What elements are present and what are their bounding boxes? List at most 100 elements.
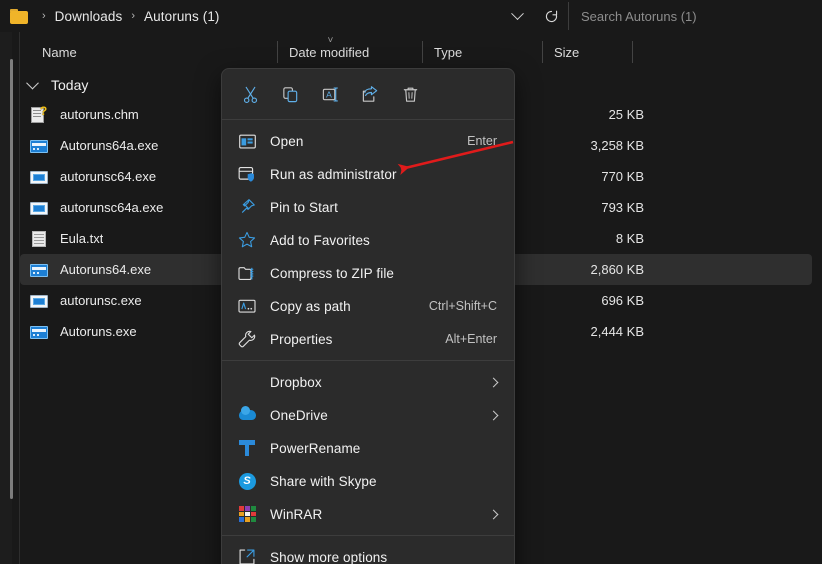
file-size-cell: 3,258 KB (590, 138, 645, 153)
shield-run-icon (237, 164, 257, 184)
context-menu-item-dropbox[interactable]: Dropbox (227, 366, 509, 398)
breadcrumb-separator-0: › (42, 10, 46, 22)
file-size-cell: 25 KB (608, 107, 644, 122)
onedrive-icon (237, 405, 257, 425)
file-name: Autoruns.exe (60, 324, 137, 339)
context-menu-item-compress-to-zip[interactable]: Compress to ZIP file (227, 257, 509, 289)
context-menu-item-winrar[interactable]: WinRAR (227, 498, 509, 530)
context-menu-item-show-more-options[interactable]: Show more options (227, 541, 509, 564)
context-menu-item-add-to-favorites[interactable]: Add to Favorites (227, 224, 509, 256)
copy-path-icon (237, 296, 257, 316)
context-menu-item-run-as-administrator[interactable]: Run as administrator (227, 158, 509, 190)
column-header-date-modified[interactable]: ˅ Date modified (277, 35, 422, 66)
cut-icon (243, 86, 257, 103)
context-menu-item-pin-to-start[interactable]: Pin to Start (227, 191, 509, 223)
context-menu-items: Open Enter Run as administrator Pin to S… (222, 120, 514, 564)
file-name: Autoruns64.exe (60, 262, 152, 277)
column-header-date-label: Date modified (289, 44, 370, 60)
column-header-overflow[interactable] (632, 38, 672, 66)
history-dropdown-button[interactable] (500, 0, 534, 32)
file-name: Autoruns64a.exe (60, 138, 159, 153)
column-header-type[interactable]: Type (422, 38, 542, 66)
column-header-size[interactable]: Size (542, 38, 632, 66)
skype-icon: S (237, 471, 257, 491)
open-window-icon (237, 131, 257, 151)
context-menu-item-share-with-skype[interactable]: S Share with Skype (227, 465, 509, 497)
column-header-row: Name ˅ Date modified Type Size (0, 35, 822, 66)
context-menu-label: Open (270, 133, 304, 149)
file-name: autoruns.chm (60, 107, 139, 122)
winrar-icon (237, 504, 257, 524)
console-app-icon (30, 292, 48, 310)
file-size-cell: 2,444 KB (590, 324, 645, 339)
context-menu-label: Copy as path (270, 298, 351, 314)
context-menu-label: Properties (270, 331, 333, 347)
file-name: Eula.txt (60, 231, 104, 246)
search-placeholder: Search Autoruns (1) (581, 8, 697, 24)
context-menu-label: Run as administrator (270, 166, 397, 182)
svg-text:A: A (326, 89, 332, 99)
wrench-icon (237, 329, 257, 349)
context-menu-item-copy-as-path[interactable]: Copy as path Ctrl+Shift+C (227, 290, 509, 322)
column-header-name[interactable]: Name (0, 38, 277, 66)
context-menu-item-properties[interactable]: Properties Alt+Enter (227, 323, 509, 355)
share-button[interactable] (350, 76, 390, 112)
context-menu-item-onedrive[interactable]: OneDrive (227, 399, 509, 431)
chm-file-icon: ? (30, 105, 48, 124)
chevron-right-icon (488, 509, 499, 519)
chevron-down-icon (510, 6, 524, 20)
file-name: autorunsc.exe (60, 293, 142, 308)
refresh-button[interactable] (534, 0, 568, 32)
context-menu-label: Compress to ZIP file (270, 265, 395, 281)
copy-icon (282, 86, 297, 102)
context-menu: A Open Enter Run as administrator Pin to… (221, 68, 515, 564)
powerrename-icon (237, 438, 257, 458)
text-file-icon (30, 230, 48, 248)
address-bar-spacer (222, 0, 500, 32)
file-size-cell: 2,860 KB (590, 262, 645, 277)
console-app-icon (30, 168, 48, 186)
context-menu-label: Dropbox (270, 374, 322, 390)
context-menu-label: Add to Favorites (270, 232, 370, 248)
application-icon (30, 261, 48, 279)
context-menu-label: OneDrive (270, 407, 328, 423)
share-icon (362, 85, 377, 102)
breadcrumb-item-autoruns[interactable]: Autoruns (1) (142, 7, 221, 26)
context-menu-label: Show more options (270, 549, 388, 564)
delete-icon (403, 87, 417, 102)
breadcrumb-item-downloads[interactable]: Downloads (53, 7, 125, 26)
delete-button[interactable] (390, 76, 430, 112)
context-menu-label: PowerRename (270, 440, 361, 456)
dropbox-icon (237, 372, 257, 392)
console-app-icon (30, 199, 48, 217)
column-header-type-label: Type (434, 44, 463, 60)
sort-indicator-icon: ˅ (327, 35, 334, 46)
file-size-cell: 793 KB (601, 200, 644, 215)
file-size-cell: 8 KB (615, 231, 644, 246)
context-menu-label: Pin to Start (270, 199, 338, 215)
context-menu-divider-apps (222, 360, 514, 361)
navigation-scrollbar[interactable] (10, 59, 13, 499)
show-more-options-icon (237, 547, 257, 564)
context-menu-divider-footer (222, 535, 514, 536)
context-menu-label: WinRAR (270, 506, 323, 522)
breadcrumb-separator-1: › (131, 10, 136, 22)
file-explorer-window: › Downloads › Autoruns (1) Search Autoru… (0, 0, 822, 564)
chevron-down-icon (26, 76, 39, 90)
context-menu-label: Share with Skype (270, 473, 377, 489)
context-menu-accelerator: Enter (467, 134, 497, 148)
cut-button[interactable] (230, 76, 270, 112)
copy-button[interactable] (270, 76, 310, 112)
search-input[interactable]: Search Autoruns (1) (568, 2, 816, 30)
context-menu-item-open[interactable]: Open Enter (227, 125, 509, 157)
context-menu-item-powerrename[interactable]: PowerRename (227, 432, 509, 464)
rename-icon: A (322, 86, 338, 102)
file-name: autorunsc64.exe (60, 169, 157, 184)
column-header-size-label: Size (554, 44, 580, 60)
breadcrumb[interactable]: › Downloads › Autoruns (1) (0, 0, 222, 32)
refresh-icon (545, 10, 557, 22)
application-icon (30, 323, 48, 341)
file-group-label: Today (51, 76, 89, 93)
zip-icon (237, 263, 257, 283)
rename-button[interactable]: A (310, 76, 350, 112)
